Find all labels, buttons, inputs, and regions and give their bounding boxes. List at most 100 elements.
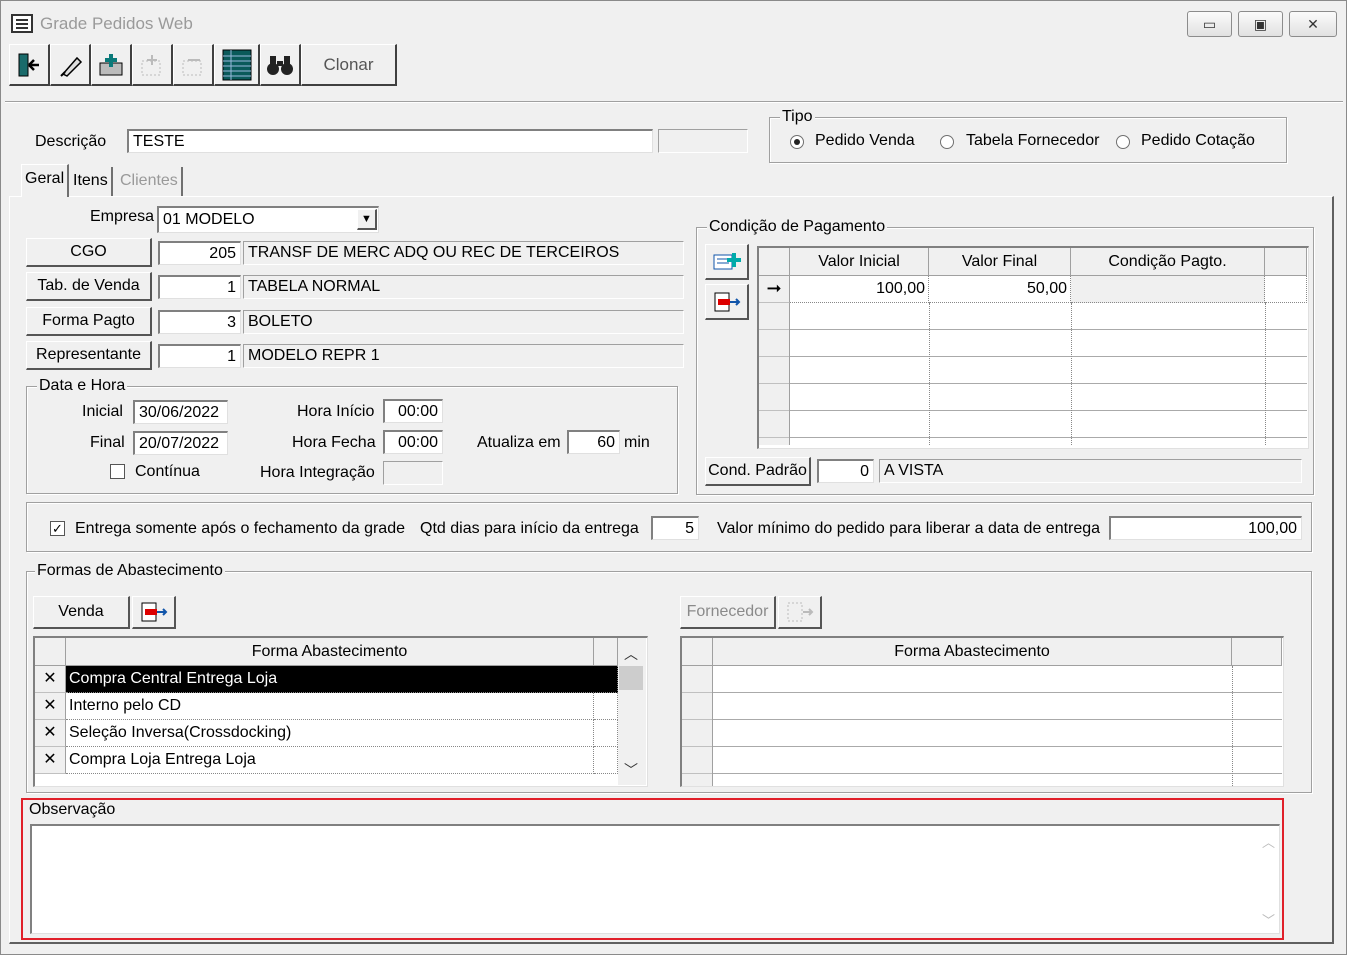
chevron-down-icon[interactable]: ▼	[357, 209, 377, 230]
list-item[interactable]: Interno pelo CD	[66, 693, 594, 720]
final-label: Final	[90, 434, 125, 451]
insert-icon	[141, 54, 161, 75]
entrega-checkbox[interactable]: ✓	[50, 521, 65, 536]
tab-itens[interactable]: Itens	[70, 167, 113, 197]
col-valor-final[interactable]: Valor Final	[929, 248, 1071, 276]
radio-pedido-cotacao-label[interactable]: Pedido Cotação	[1141, 132, 1255, 150]
insert-button	[132, 44, 173, 86]
list-item[interactable]: Compra Loja Entrega Loja	[66, 747, 594, 774]
hora-inicio-input[interactable]: 00:00	[383, 399, 443, 423]
col-divider	[1265, 303, 1266, 445]
grid-corner	[35, 638, 66, 666]
remove-button	[173, 44, 214, 86]
eraser-icon	[60, 56, 83, 77]
col-forma-abastecimento[interactable]: Forma Abastecimento	[713, 638, 1232, 666]
col-divider	[1232, 666, 1233, 786]
cond-pagto-grid[interactable]: Valor Inicial Valor Final Condição Pagto…	[757, 246, 1309, 449]
close-icon[interactable]: ✕	[35, 693, 66, 720]
table-cell[interactable]	[1071, 276, 1265, 303]
list-item[interactable]: Seleção Inversa(Crossdocking)	[66, 720, 594, 747]
representante-button[interactable]: Representante	[26, 341, 152, 370]
col-empty	[1232, 638, 1282, 666]
forma-pagto-code-input[interactable]: 3	[158, 310, 241, 334]
tab-venda-code-input[interactable]: 1	[158, 275, 241, 299]
observacao-textarea[interactable]: ︿ ﹀	[30, 824, 1280, 934]
clone-button[interactable]: Clonar	[301, 44, 397, 86]
cond-padrao-code-input[interactable]: 0	[817, 459, 874, 483]
close-button[interactable]: ✕	[1289, 11, 1337, 37]
radio-pedido-venda-label[interactable]: Pedido Venda	[815, 132, 915, 150]
tab-geral[interactable]: Geral	[21, 164, 70, 197]
chevron-up-icon[interactable]: ︿	[624, 644, 638, 664]
venda-button[interactable]: Venda	[33, 596, 130, 629]
continua-checkbox[interactable]	[110, 464, 125, 479]
tipo-group: Tipo Pedido Venda Tabela Fornecedor Pedi…	[769, 108, 1287, 163]
empresa-label: Empresa	[90, 208, 155, 225]
exit-button[interactable]	[9, 44, 50, 86]
col-divider	[1071, 303, 1072, 445]
maximize-icon: ▣	[1253, 16, 1268, 32]
atualiza-input[interactable]: 60	[567, 430, 620, 454]
fornecedor-remove-button	[778, 596, 822, 629]
edit-button[interactable]	[50, 44, 91, 86]
radio-pedido-cotacao[interactable]	[1116, 135, 1130, 149]
row-indicators	[759, 303, 790, 445]
tab-venda-button[interactable]: Tab. de Venda	[26, 272, 152, 301]
empresa-select[interactable]: 01 MODELO ▼	[157, 206, 379, 233]
delete-row-icon	[787, 602, 813, 622]
continua-label[interactable]: Contínua	[135, 463, 200, 481]
radio-tabela-fornecedor[interactable]	[940, 135, 954, 149]
radio-pedido-venda[interactable]	[790, 135, 804, 149]
cond-padrao-desc-field: A VISTA	[879, 459, 1302, 483]
col-forma-abastecimento[interactable]: Forma Abastecimento	[66, 638, 594, 666]
abastecimento-legend: Formas de Abastecimento	[35, 562, 225, 580]
close-icon[interactable]: ✕	[35, 747, 66, 774]
descricao-input[interactable]: TESTE	[127, 129, 653, 153]
table-cell[interactable]: 100,00	[790, 276, 929, 303]
table-cell	[594, 747, 618, 774]
hora-fecha-input[interactable]: 00:00	[383, 430, 443, 454]
spreadsheet-button[interactable]	[214, 44, 260, 86]
cond-pagto-legend: Condição de Pagamento	[707, 218, 888, 236]
tab-panel-geral: Empresa 01 MODELO ▼ CGO 205 TRANSF DE ME…	[9, 196, 1334, 944]
add-cond-button[interactable]	[705, 244, 749, 280]
entrega-check-label[interactable]: Entrega somente após o fechamento da gra…	[75, 520, 405, 538]
search-button[interactable]	[260, 44, 301, 86]
qtd-dias-input[interactable]: 5	[651, 516, 699, 540]
chevron-up-icon[interactable]: ︿	[1262, 832, 1275, 851]
table-cell	[594, 720, 618, 747]
descricao-extra-field	[658, 129, 748, 153]
fornecedor-button: Fornecedor	[680, 596, 776, 629]
list-item[interactable]: Compra Central Entrega Loja	[66, 666, 618, 693]
representante-code-input[interactable]: 1	[158, 344, 241, 368]
scrollbar-thumb[interactable]	[619, 666, 643, 690]
binoculars-icon	[267, 55, 293, 75]
tab-clientes[interactable]: Clientes	[117, 167, 183, 197]
maximize-button[interactable]: ▣	[1238, 11, 1283, 37]
data-hora-group: Data e Hora Inicial 30/06/2022 Final 20/…	[26, 377, 678, 494]
chevron-down-icon[interactable]: ﹀	[624, 760, 638, 780]
forma-pagto-button[interactable]: Forma Pagto	[26, 307, 152, 336]
minimize-button[interactable]: ▭	[1187, 11, 1232, 37]
inicial-date-input[interactable]: 30/06/2022	[133, 400, 228, 424]
add-icon	[99, 53, 123, 75]
final-date-input[interactable]: 20/07/2022	[133, 431, 228, 455]
col-valor-inicial[interactable]: Valor Inicial	[790, 248, 929, 276]
cgo-code-input[interactable]: 205	[158, 241, 241, 265]
scrollbar[interactable]: ︿ ﹀	[618, 638, 646, 785]
remove-cond-button[interactable]	[705, 284, 749, 320]
valor-minimo-input[interactable]: 100,00	[1109, 516, 1302, 540]
add-button[interactable]	[91, 44, 132, 86]
venda-remove-button[interactable]	[132, 596, 176, 629]
cgo-button[interactable]: CGO	[26, 238, 152, 267]
cond-padrao-button[interactable]: Cond. Padrão	[705, 457, 811, 486]
radio-tabela-fornecedor-label[interactable]: Tabela Fornecedor	[966, 132, 1099, 150]
fornecedor-abastecimento-grid[interactable]: Forma Abastecimento	[680, 636, 1284, 787]
close-icon[interactable]: ✕	[35, 666, 66, 693]
venda-abastecimento-grid[interactable]: Forma Abastecimento ✕ Compra Central Ent…	[33, 636, 648, 787]
chevron-down-icon[interactable]: ﹀	[1262, 910, 1275, 929]
close-icon[interactable]: ✕	[35, 720, 66, 747]
hora-integracao-field	[383, 461, 443, 485]
table-cell[interactable]: 50,00	[929, 276, 1071, 303]
col-condicao-pagto[interactable]: Condição Pagto.	[1071, 248, 1265, 276]
